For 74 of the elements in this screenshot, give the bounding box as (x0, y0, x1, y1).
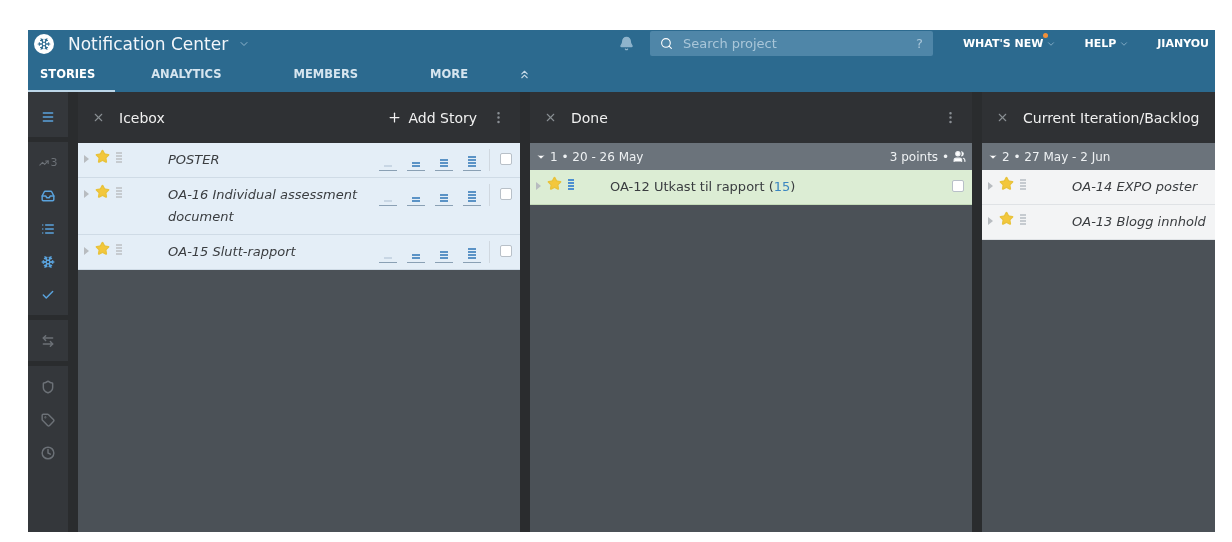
nav-tab[interactable]: ANALYTICS (115, 57, 258, 92)
expand-icon[interactable] (84, 155, 89, 163)
nav-tab[interactable]: MORE (394, 57, 504, 92)
star-icon[interactable] (95, 149, 110, 164)
backlog-icon[interactable] (41, 221, 55, 236)
iteration-label: 2 • 27 May - 2 Jun (1002, 149, 1111, 164)
estimate-option[interactable] (463, 247, 481, 263)
velocity-count: 3 (50, 156, 58, 169)
story-title: OA-15 Slutt-rapport (168, 243, 297, 261)
star-icon[interactable] (999, 211, 1014, 226)
story-checkbox[interactable] (500, 245, 512, 257)
close-icon[interactable] (996, 111, 1009, 124)
velocity-icon[interactable] (38, 157, 49, 168)
points-icon (440, 194, 448, 203)
story-checkbox[interactable] (500, 153, 512, 165)
points-icon (440, 251, 448, 260)
arrows-icon[interactable] (41, 333, 55, 348)
expand-icon[interactable] (84, 247, 89, 255)
points-icon (412, 197, 420, 203)
expand-icon[interactable] (84, 190, 89, 198)
bell-icon[interactable] (618, 36, 634, 51)
plus-icon (387, 110, 403, 125)
story-row[interactable]: OA-16 Individual assessment document (78, 178, 520, 235)
points-icon (440, 159, 448, 168)
points-icon (468, 156, 476, 168)
estimate-option[interactable] (463, 155, 481, 171)
story-title: OA-12 Utkast til rapport (15) (610, 178, 797, 196)
panel-title: Icebox (119, 109, 165, 126)
story-title: OA-16 Individual assessment document (168, 186, 359, 226)
expand-icon[interactable] (536, 182, 541, 190)
epics-icon[interactable] (41, 379, 55, 394)
menu-link[interactable]: JIANYOU (1157, 37, 1209, 50)
collapse-icon[interactable] (518, 68, 531, 81)
snowflake-icon[interactable] (41, 254, 55, 269)
story-checkbox[interactable] (952, 180, 964, 192)
iteration-header[interactable]: 1 • 20 - 26 May 3 points • (530, 143, 972, 170)
people-icon (953, 150, 966, 163)
add-story-button[interactable]: Add Story (387, 109, 477, 126)
story-row[interactable]: POSTER (78, 143, 520, 178)
story-checkbox[interactable] (500, 188, 512, 200)
story-row[interactable]: OA-13 Blogg innhold (982, 205, 1215, 240)
panel-title: Current Iteration/Backlog (1023, 109, 1200, 126)
menu-link[interactable]: HELP (1084, 37, 1130, 50)
close-icon[interactable] (92, 111, 105, 124)
story-row[interactable]: OA-15 Slutt-rapport (78, 235, 520, 270)
points-icon (412, 162, 420, 168)
estimate-option[interactable] (463, 190, 481, 206)
star-icon[interactable] (999, 176, 1014, 191)
labels-icon[interactable] (41, 412, 55, 427)
star-icon[interactable] (95, 184, 110, 199)
star-icon[interactable] (95, 241, 110, 256)
nav-tab[interactable]: MEMBERS (257, 57, 395, 92)
expand-icon[interactable] (988, 217, 993, 225)
project-title[interactable]: Notification Center (68, 33, 229, 54)
search-icon (659, 37, 673, 50)
expand-icon[interactable] (988, 182, 993, 190)
points-icon (412, 254, 420, 260)
panel-title: Done (571, 109, 608, 126)
story-title: OA-14 EXPO poster (1072, 178, 1199, 196)
star-icon[interactable] (547, 176, 562, 191)
stories-icon[interactable] (41, 109, 55, 124)
story-title: POSTER (168, 151, 221, 169)
story-title: OA-13 Blogg innhold (1072, 213, 1207, 231)
story-row[interactable]: OA-14 EXPO poster (982, 170, 1215, 205)
icebox-icon[interactable] (41, 188, 55, 203)
history-icon[interactable] (41, 445, 55, 460)
points-icon (468, 248, 476, 260)
points-label: 3 points • (889, 149, 949, 164)
iteration-header[interactable]: 2 • 27 May - 2 Jun (982, 143, 1215, 170)
story-row[interactable]: OA-12 Utkast til rapport (15) (530, 170, 972, 205)
logo-icon[interactable] (34, 33, 54, 54)
points-icon (468, 191, 476, 203)
iteration-label: 1 • 20 - 26 May (550, 149, 644, 164)
close-icon[interactable] (544, 111, 557, 124)
